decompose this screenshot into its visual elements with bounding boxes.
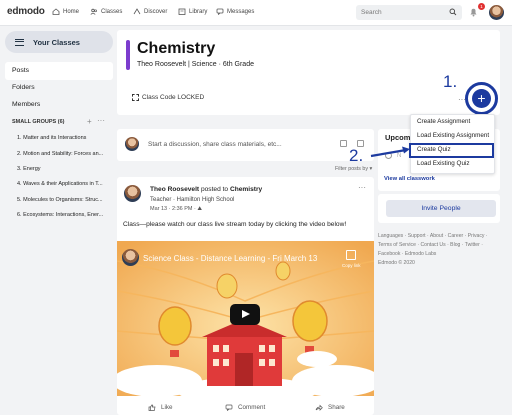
post-date: Mar 13 · 2:36 PM · ⛰ <box>150 206 202 213</box>
menu-item-load-quiz[interactable]: Load Existing Quiz <box>417 160 470 167</box>
play-button[interactable] <box>230 304 260 325</box>
post-class[interactable]: Chemistry <box>230 186 262 193</box>
nav-home-label: Home <box>63 8 80 15</box>
search-placeholder: Search <box>361 9 382 16</box>
user-avatar[interactable] <box>489 5 504 20</box>
small-group-item[interactable]: 6. Ecosystems: Interactions, Ener... <box>17 212 109 218</box>
post-body: Class—please watch our class live stream… <box>123 221 347 228</box>
post-author[interactable]: Theo Roosevelt <box>150 186 199 193</box>
post-author-role: Teacher · Hamilton High School <box>150 197 235 203</box>
notification-bell-icon[interactable] <box>469 7 478 17</box>
lock-code-icon <box>132 94 139 101</box>
messages-icon <box>216 8 224 15</box>
highlight-box <box>409 143 494 158</box>
nav-messages[interactable]: Messages <box>216 8 254 15</box>
post-date-text: Mar 13 · 2:36 PM · <box>150 206 196 212</box>
notification-badge: 1 <box>478 3 485 10</box>
post-verb: posted to <box>200 186 229 193</box>
sidebar-item-folders[interactable]: Folders <box>12 84 35 91</box>
your-classes-button[interactable]: Your Classes <box>5 31 113 53</box>
copy-link-label: Copy link <box>342 263 361 268</box>
small-group-item[interactable]: 4. Waves & their Applications in T... <box>17 181 109 187</box>
small-group-item[interactable]: 5. Molecules to Organisms: Struc... <box>17 197 109 203</box>
comment-button[interactable]: Comment <box>225 404 265 411</box>
edmodo-logo[interactable]: edmodo <box>7 6 45 17</box>
arrow-icon <box>370 146 410 158</box>
filter-posts-dropdown[interactable]: Filter posts by ▾ <box>335 166 372 172</box>
post-header: Theo Roosevelt posted to Chemistry <box>150 186 262 193</box>
like-label: Like <box>161 404 173 411</box>
discover-icon <box>133 8 141 15</box>
step-1-annotation: 1. <box>443 72 458 91</box>
upcoming-title: Upcomi <box>385 133 413 142</box>
post-options-icon[interactable]: ··· <box>358 183 366 192</box>
home-icon <box>52 8 60 15</box>
nav-classes[interactable]: Classes <box>90 8 122 15</box>
copy-link-icon[interactable] <box>346 250 356 260</box>
class-color-bar <box>126 40 130 70</box>
nav-library[interactable]: Library <box>178 8 207 15</box>
thumbs-up-icon <box>148 404 156 411</box>
nav-messages-label: Messages <box>227 8 255 15</box>
audience-icon: ⛰ <box>197 206 203 212</box>
image-icon[interactable] <box>340 140 347 147</box>
small-group-item[interactable]: 1. Matter and its Interactions <box>17 135 109 141</box>
create-plus-button[interactable]: + <box>472 89 491 108</box>
class-code[interactable]: Class Code LOCKED <box>132 94 204 101</box>
sidebar-posts-label: Posts <box>12 67 29 74</box>
video-channel-avatar <box>122 249 139 266</box>
search-input[interactable]: Search <box>356 5 462 20</box>
nav-discover[interactable]: Discover <box>133 8 167 15</box>
avatar <box>125 137 139 151</box>
step-2-annotation: 2. <box>349 146 364 165</box>
more-options-icon[interactable]: ··· <box>97 116 105 125</box>
small-group-item[interactable]: 3. Energy <box>17 166 109 172</box>
classes-icon <box>90 8 97 15</box>
nav-library-label: Library <box>189 8 208 15</box>
menu-item-create-assignment[interactable]: Create Assignment <box>417 118 470 125</box>
share-label: Share <box>328 404 345 411</box>
invite-people-button[interactable]: Invite People <box>386 200 496 217</box>
footer-links[interactable]: Facebook · Edmodo Labs <box>378 251 436 257</box>
comment-label: Comment <box>238 404 266 411</box>
class-code-label: Class Code LOCKED <box>142 94 205 101</box>
search-icon <box>449 8 457 16</box>
nav-home[interactable]: Home <box>52 8 79 15</box>
nav-classes-label: Classes <box>101 8 123 15</box>
avatar[interactable] <box>124 185 141 202</box>
composer-placeholder: Start a discussion, share class material… <box>148 141 282 148</box>
view-all-classwork-link[interactable]: View all classwork <box>384 176 435 182</box>
class-subtitle: Theo Roosevelt | Science · 6th Grade <box>137 61 254 68</box>
footer-links[interactable]: Languages · Support · About · Career · P… <box>378 233 488 239</box>
footer-copyright: Edmodo © 2020 <box>378 260 415 266</box>
small-groups-heading: SMALL GROUPS (6) <box>12 119 65 125</box>
share-button[interactable]: Share <box>315 404 345 411</box>
video-title: Science Class - Distance Learning - Fri … <box>143 254 318 263</box>
small-group-item[interactable]: 2. Motion and Stability: Forces an... <box>17 151 109 157</box>
footer-links[interactable]: Terms of Service · Contact Us · Blog · T… <box>378 242 483 248</box>
comment-icon <box>225 404 233 411</box>
sidebar-item-members[interactable]: Members <box>12 101 40 108</box>
menu-item-load-assignment[interactable]: Load Existing Assignment <box>417 132 489 139</box>
like-button[interactable]: Like <box>148 404 173 411</box>
add-group-icon[interactable]: + <box>87 117 92 126</box>
library-icon <box>178 8 186 15</box>
nav-discover-label: Discover <box>144 8 168 15</box>
class-title: Chemistry <box>137 40 216 57</box>
menu-icon <box>15 38 24 46</box>
your-classes-label: Your Classes <box>33 37 80 47</box>
share-icon <box>315 404 323 411</box>
